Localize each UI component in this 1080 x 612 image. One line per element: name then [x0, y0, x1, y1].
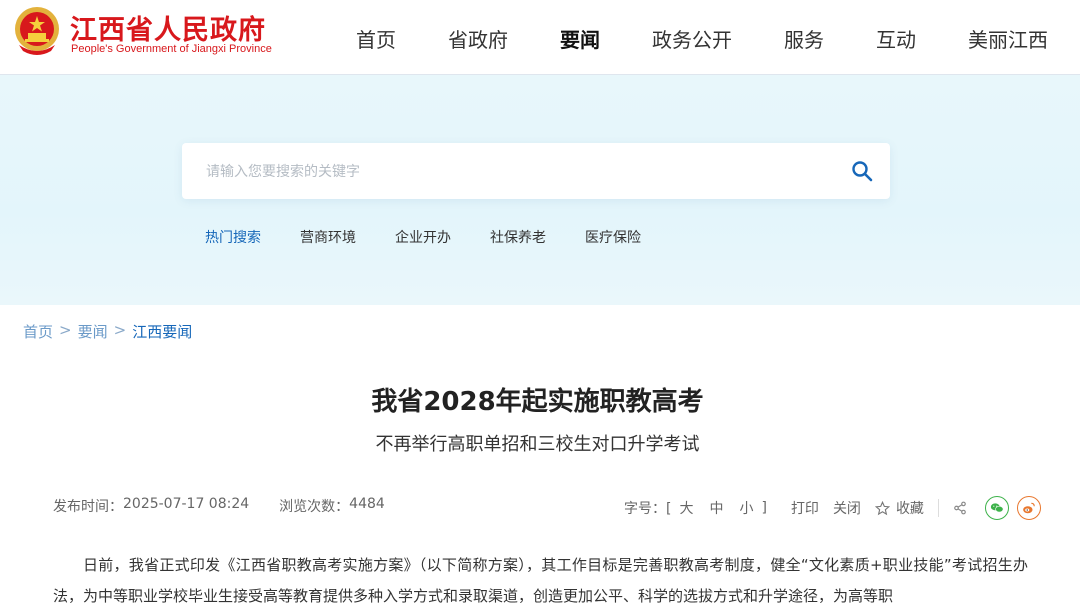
nav-item-news[interactable]: 要闻 [560, 24, 600, 53]
wechat-share-button[interactable] [984, 496, 1009, 520]
hot-search-business-environment[interactable]: 营商环境 [300, 227, 356, 247]
font-size-small[interactable]: 小 [739, 498, 753, 518]
wechat-icon [990, 503, 1004, 513]
font-size-medium[interactable]: 中 [709, 498, 723, 518]
publish-time-label: 发布时间： [53, 499, 123, 515]
hot-search-medical-insurance[interactable]: 医疗保险 [585, 227, 641, 247]
hot-search-company-setup[interactable]: 企业开办 [395, 227, 451, 247]
weibo-icon [1023, 502, 1035, 514]
breadcrumb-jiangxi-news[interactable]: 江西要闻 [132, 321, 192, 342]
hot-search-pension[interactable]: 社保养老 [490, 227, 546, 247]
nav-item-beautiful-jiangxi[interactable]: 美丽江西 [968, 24, 1048, 53]
font-size-bracket: ] [761, 500, 767, 516]
article-paragraph: 日前，我省正式印发《江西省职教高考实施方案》（以下简称方案），其工作目标是完善职… [53, 556, 1028, 605]
nav-item-services[interactable]: 服务 [784, 24, 824, 53]
view-count-label: 浏览次数： [279, 499, 350, 515]
search-box [182, 143, 890, 199]
font-size-label: 字号：[ [624, 501, 672, 517]
site-subtitle: People's Government of Jiangxi Province [71, 43, 272, 55]
breadcrumb-separator: > [113, 321, 127, 339]
favorite-label: 收藏 [895, 501, 924, 517]
search-icon[interactable] [850, 159, 874, 183]
toolbar-divider [937, 499, 939, 517]
article-card: 首页 > 要闻 > 江西要闻 我省2028年起实施职教高考 不再举行高职单招和三… [5, 305, 1070, 465]
weibo-share-button[interactable] [1016, 496, 1041, 520]
national-emblem-icon[interactable] [11, 5, 63, 57]
close-button[interactable]: 关闭 [833, 498, 861, 518]
article-tools: 字号：[ 大 中 小 ] 打印 关闭 收藏 [624, 496, 1041, 520]
article-subtitle: 不再举行高职单招和三校生对口升学考试 [375, 434, 700, 455]
nav-item-public-affairs[interactable]: 政务公开 [652, 24, 732, 53]
article-body: 日前，我省正式印发《江西省职教高考实施方案》（以下简称方案），其工作目标是完善职… [53, 550, 1028, 612]
hot-search-row: 热门搜索 营商环境 企业开办 社保养老 医疗保险 [205, 227, 680, 247]
nav-item-government[interactable]: 省政府 [448, 24, 508, 53]
article-meta: 发布时间： 2025-07-17 08:24 浏览次数： 4484 [53, 496, 385, 516]
main-nav: 首页 省政府 要闻 政务公开 服务 互动 美丽江西 [356, 24, 1048, 53]
breadcrumb: 首页 > 要闻 > 江西要闻 [23, 321, 192, 342]
breadcrumb-news[interactable]: 要闻 [78, 321, 108, 342]
breadcrumb-separator: > [59, 321, 72, 339]
article-title: 我省2028年起实施职教高考 [371, 387, 704, 417]
print-button[interactable]: 打印 [791, 498, 819, 518]
nav-item-home[interactable]: 首页 [356, 24, 396, 53]
search-hero: 热门搜索 营商环境 企业开办 社保养老 医疗保险 [0, 75, 1080, 305]
search-input[interactable] [204, 159, 808, 185]
breadcrumb-home[interactable]: 首页 [23, 321, 53, 342]
star-icon [874, 500, 890, 515]
favorite-button[interactable]: 收藏 [874, 498, 924, 518]
view-count: 4484 [349, 496, 385, 512]
publish-time: 2025-07-17 08:24 [123, 496, 250, 512]
font-size-large[interactable]: 大 [679, 498, 693, 518]
hot-search-label: 热门搜索 [205, 230, 261, 246]
share-icon[interactable] [953, 501, 967, 515]
nav-item-interaction[interactable]: 互动 [876, 24, 916, 53]
site-header: 江西省人民政府 People's Government of Jiangxi P… [0, 0, 1080, 75]
site-title[interactable]: 江西省人民政府 [70, 8, 266, 47]
